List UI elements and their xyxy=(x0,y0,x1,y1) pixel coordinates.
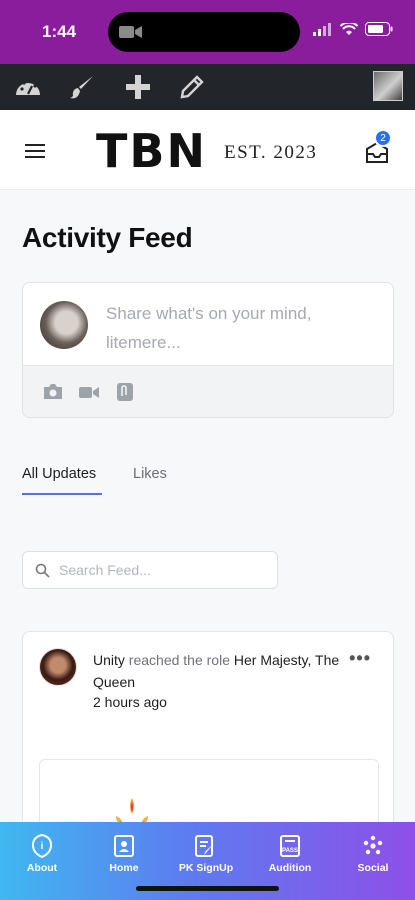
nav-about-label: About xyxy=(26,862,58,874)
pencil-icon[interactable] xyxy=(177,73,207,101)
composer-avatar xyxy=(40,301,88,349)
video-icon[interactable] xyxy=(78,381,100,403)
page-title: Activity Feed xyxy=(22,222,193,253)
activity-action: reached the role xyxy=(128,652,230,668)
add-icon[interactable] xyxy=(123,73,153,101)
active-tab-indicator xyxy=(22,493,102,495)
social-icon xyxy=(363,835,383,855)
nav-audition[interactable]: PASS Audition xyxy=(254,834,326,874)
tab-all-updates[interactable]: All Updates xyxy=(22,466,96,482)
more-options-icon[interactable]: ••• xyxy=(349,648,371,669)
search-feed xyxy=(22,551,278,589)
site-logo[interactable]: TBN xyxy=(96,128,207,174)
svg-text:PASS: PASS xyxy=(282,848,298,854)
nav-home-label: Home xyxy=(109,862,139,874)
signal-icon xyxy=(313,22,331,36)
status-icons xyxy=(313,22,393,36)
activity-time: 2 hours ago xyxy=(93,694,167,710)
nav-pk-signup[interactable]: PK SignUp xyxy=(170,834,242,874)
home-indicator[interactable] xyxy=(136,886,279,891)
post-composer[interactable]: Share what's on your mind, litemere... xyxy=(22,282,394,418)
dashboard-icon[interactable] xyxy=(13,73,43,101)
notification-badge[interactable]: 2 xyxy=(374,129,392,147)
nav-about[interactable]: i About xyxy=(6,834,78,874)
status-time: 1:44 xyxy=(42,22,77,41)
nav-home[interactable]: Home xyxy=(88,834,160,874)
battery-icon xyxy=(365,22,393,36)
home-icon xyxy=(114,835,134,857)
status-bar: 1:44 xyxy=(0,0,415,64)
site-tagline: EST. 2023 xyxy=(224,142,318,163)
user-avatar[interactable] xyxy=(373,71,403,101)
document-icon[interactable] xyxy=(114,381,136,403)
site-header: TBN EST. 2023 xyxy=(0,110,415,190)
admin-toolbar xyxy=(0,64,415,110)
search-icon xyxy=(35,563,50,578)
nav-social-label: Social xyxy=(357,862,389,874)
camera-icon[interactable] xyxy=(42,381,64,403)
menu-icon[interactable] xyxy=(25,144,45,158)
composer-placeholder[interactable]: Share what's on your mind, litemere... xyxy=(106,299,346,357)
video-camera-icon xyxy=(119,26,142,38)
badge-icon: i xyxy=(31,834,53,858)
activity-user-avatar[interactable] xyxy=(39,648,77,686)
signup-icon xyxy=(195,835,214,857)
nav-pk-signup-label: PK SignUp xyxy=(178,862,234,874)
nav-audition-label: Audition xyxy=(268,862,312,874)
activity-text: Unity reached the role Her Majesty, The … xyxy=(93,649,341,693)
search-input[interactable] xyxy=(59,552,269,588)
activity-user[interactable]: Unity xyxy=(93,652,125,668)
wifi-icon xyxy=(340,22,358,35)
brush-icon[interactable] xyxy=(67,73,97,101)
dynamic-island xyxy=(108,12,300,52)
tab-likes[interactable]: Likes xyxy=(133,466,167,482)
composer-actions xyxy=(23,365,393,417)
pass-icon: PASS xyxy=(280,835,300,857)
nav-social[interactable]: Social xyxy=(337,834,409,874)
svg-text:i: i xyxy=(41,841,44,852)
